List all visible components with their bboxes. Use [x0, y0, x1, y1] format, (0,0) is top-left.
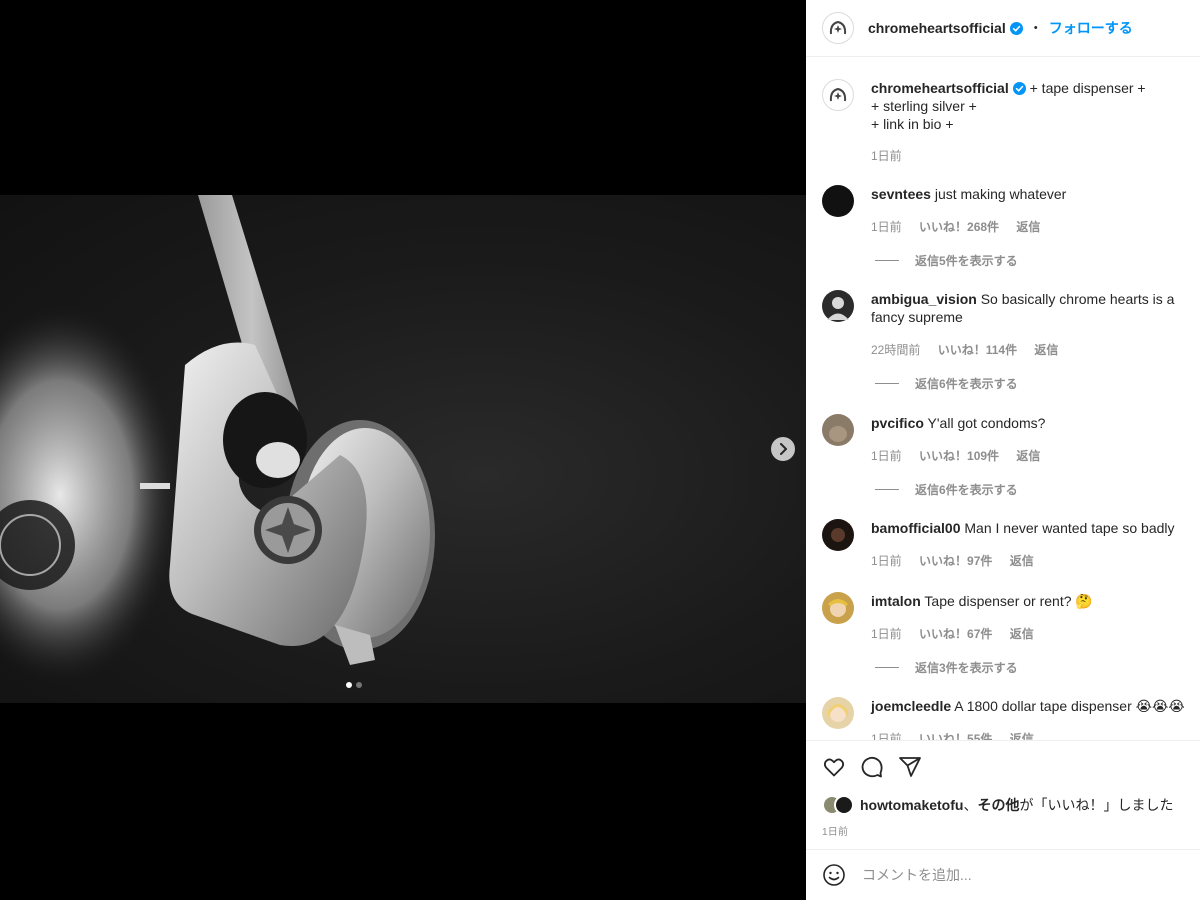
caption-text: chromeheartsofficial + tape dispenser + … — [871, 79, 1200, 133]
view-replies-button[interactable]: 返信3件を表示する — [875, 659, 1018, 676]
tape-dispenser-image — [0, 195, 435, 685]
commenter-avatar[interactable] — [822, 290, 854, 322]
commenter-avatar[interactable] — [822, 592, 854, 624]
share-icon[interactable] — [898, 755, 922, 779]
comment-body: Tape dispenser or rent? 🤔 — [924, 593, 1093, 609]
heart-icon[interactable] — [822, 755, 846, 779]
post-header: chromeheartsofficial ・ フォローする — [806, 0, 1200, 57]
comment-reply-button[interactable]: 返信 — [1010, 554, 1034, 568]
liked-by-text: が「いいね！」しました — [1019, 797, 1174, 813]
chevron-right-icon — [780, 443, 787, 455]
comment-meta: 1日前 いいね！67件 返信 — [871, 625, 1048, 642]
caption-time: 1日前 — [871, 149, 902, 163]
carousel-indicator — [346, 682, 362, 688]
profile-avatar[interactable] — [822, 12, 854, 44]
comment-like-count[interactable]: いいね！268件 — [919, 220, 999, 234]
comment-text: pvcifico Y'all got condoms? — [871, 414, 1200, 432]
comment-input[interactable] — [862, 867, 1162, 883]
liked-by: howtomaketofu 、 その他 が「いいね！」しました — [822, 795, 1173, 815]
comment-time: 1日前 — [871, 732, 902, 740]
caption-line-2: + sterling silver + — [871, 98, 977, 114]
comment-body: Y'all got condoms? — [927, 415, 1046, 431]
follow-button[interactable]: フォローする — [1049, 18, 1133, 38]
comment-like-count[interactable]: いいね！67件 — [919, 627, 992, 641]
comment-body: just making whatever — [934, 186, 1067, 202]
comment-item: joemcleedle A 1800 dollar tape dispenser… — [822, 697, 1200, 740]
comment-meta: 1日前 いいね！109件 返信 — [871, 447, 1054, 464]
comment-reply-button[interactable]: 返信 — [1010, 627, 1034, 641]
comment-item: imtalon Tape dispenser or rent? 🤔 1日前 いい… — [822, 592, 1200, 682]
post-caption: chromeheartsofficial + tape dispenser + … — [822, 79, 1200, 169]
view-replies-button[interactable]: 返信6件を表示する — [875, 481, 1018, 498]
comment-time: 1日前 — [871, 449, 902, 463]
post-actions: howtomaketofu 、 その他 が「いいね！」しました 1日前 — [806, 740, 1200, 850]
carousel-dot-active — [346, 682, 352, 688]
commenter-avatar[interactable] — [822, 697, 854, 729]
caption-line-3: + link in bio + — [871, 116, 954, 132]
header-separator: ・ — [1028, 20, 1043, 36]
post-username[interactable]: chromeheartsofficial — [868, 20, 1006, 36]
comment-username[interactable]: joemcleedle — [871, 698, 951, 714]
commenter-avatar[interactable] — [822, 185, 854, 217]
comment-reply-button[interactable]: 返信 — [1034, 343, 1058, 357]
verified-badge-icon — [1009, 21, 1023, 35]
liked-by-others-link[interactable]: その他 — [977, 795, 1019, 815]
action-icons — [822, 755, 922, 779]
chrome-hearts-logo-icon — [829, 20, 847, 35]
comment-body: A 1800 dollar tape dispenser 😭😭😭 — [954, 698, 1185, 714]
post-media — [0, 0, 806, 900]
liked-by-comma: 、 — [963, 797, 978, 813]
comment-item: ambigua_vision So basically chrome heart… — [822, 290, 1200, 400]
add-comment-bar — [806, 849, 1200, 900]
comment-text: sevntees just making whatever — [871, 185, 1200, 203]
comment-meta: 1日前 いいね！97件 返信 — [871, 552, 1048, 569]
comment-reply-button[interactable]: 返信 — [1016, 220, 1040, 234]
comment-reply-button[interactable]: 返信 — [1016, 449, 1040, 463]
comment-icon[interactable] — [860, 755, 884, 779]
comment-meta: 1日前 いいね！268件 返信 — [871, 218, 1054, 235]
comment-username[interactable]: sevntees — [871, 186, 931, 202]
comment-like-count[interactable]: いいね！97件 — [919, 554, 992, 568]
comment-like-count[interactable]: いいね！55件 — [919, 732, 992, 740]
comment-like-count[interactable]: いいね！109件 — [919, 449, 999, 463]
comment-username[interactable]: imtalon — [871, 593, 921, 609]
commenter-avatar[interactable] — [822, 414, 854, 446]
comment-username[interactable]: bamofficial00 — [871, 520, 960, 536]
comment-text: imtalon Tape dispenser or rent? 🤔 — [871, 592, 1200, 610]
caption-line-1: + tape dispenser + — [1029, 80, 1146, 96]
comment-body: Man I never wanted tape so badly — [964, 520, 1175, 536]
comment-meta: 1日前 いいね！55件 返信 — [871, 730, 1048, 740]
comment-item: bamofficial00 Man I never wanted tape so… — [822, 519, 1200, 579]
posted-time: 1日前 — [822, 827, 849, 838]
caption-avatar[interactable] — [822, 79, 854, 111]
comment-item: pvcifico Y'all got condoms? 1日前 いいね！109件… — [822, 414, 1200, 504]
comment-time: 1日前 — [871, 554, 902, 568]
post-details-panel: chromeheartsofficial ・ フォローする chromehear… — [806, 0, 1200, 900]
view-replies-button[interactable]: 返信5件を表示する — [875, 252, 1018, 269]
liked-by-username[interactable]: howtomaketofu — [860, 797, 963, 813]
caption-username[interactable]: chromeheartsofficial — [871, 80, 1009, 96]
verified-badge-icon — [1012, 82, 1026, 95]
liker-avatar — [834, 795, 854, 815]
carousel-dot — [356, 682, 362, 688]
post-photo — [0, 195, 806, 703]
comment-time: 1日前 — [871, 220, 902, 234]
comments-list: chromeheartsofficial + tape dispenser + … — [806, 57, 1200, 740]
comment-time: 22時間前 — [871, 343, 921, 357]
view-replies-button[interactable]: 返信6件を表示する — [875, 375, 1018, 392]
chrome-hearts-logo-icon — [829, 87, 847, 102]
carousel-next-button[interactable] — [771, 437, 795, 461]
comment-item: sevntees just making whatever 1日前 いいね！26… — [822, 185, 1200, 275]
comment-username[interactable]: pvcifico — [871, 415, 924, 431]
emoji-icon[interactable] — [822, 863, 846, 887]
comment-reply-button[interactable]: 返信 — [1010, 732, 1034, 740]
comment-time: 1日前 — [871, 627, 902, 641]
commenter-avatar[interactable] — [822, 519, 854, 551]
comment-text: ambigua_vision So basically chrome heart… — [871, 290, 1200, 326]
comment-meta: 22時間前 いいね！114件 返信 — [871, 341, 1072, 358]
comment-text: joemcleedle A 1800 dollar tape dispenser… — [871, 697, 1200, 715]
comment-like-count[interactable]: いいね！114件 — [938, 343, 1017, 357]
comment-text: bamofficial00 Man I never wanted tape so… — [871, 519, 1200, 537]
comment-username[interactable]: ambigua_vision — [871, 291, 977, 307]
